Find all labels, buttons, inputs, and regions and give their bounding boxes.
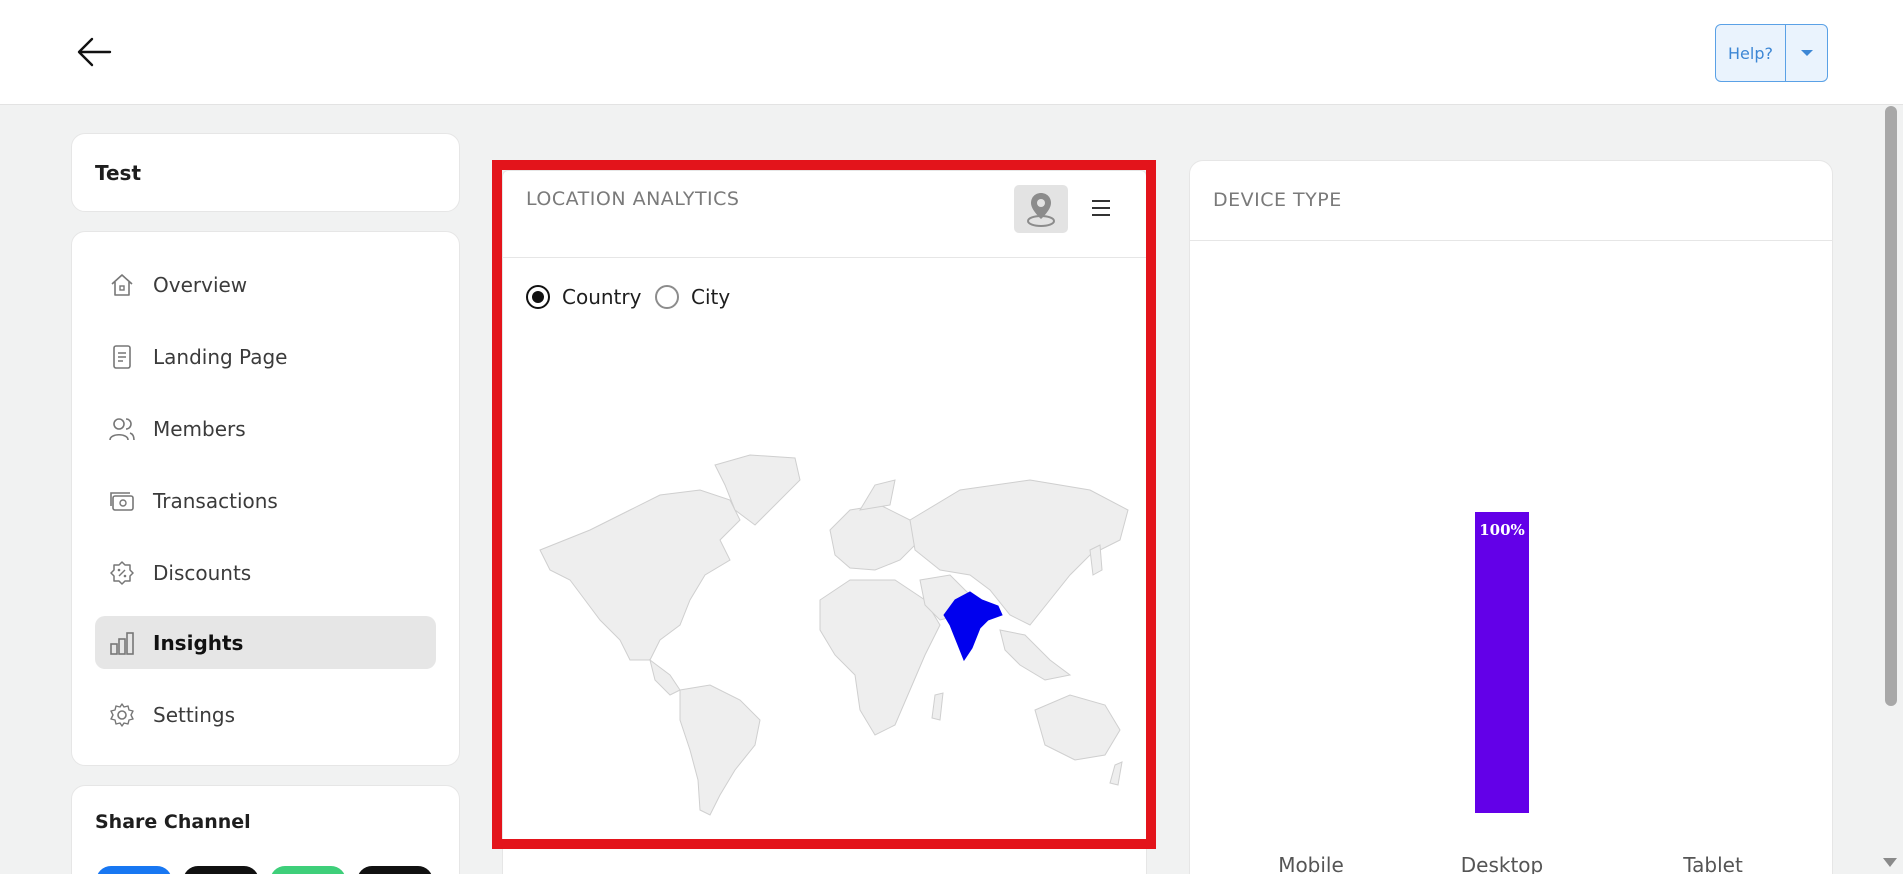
x-tick-label: Tablet bbox=[1683, 853, 1743, 874]
bar-desktop[interactable] bbox=[1475, 512, 1529, 813]
document-icon bbox=[109, 344, 135, 370]
australia bbox=[1034, 694, 1121, 761]
sidebar-item-discounts[interactable]: Discounts bbox=[95, 546, 436, 599]
radio-dot bbox=[655, 285, 679, 309]
sidebar-item-label: Transactions bbox=[153, 488, 278, 513]
sidebar-nav: Overview Landing Page Members Transactio… bbox=[71, 231, 460, 766]
europe bbox=[829, 504, 921, 571]
sidebar-item-label: Members bbox=[153, 416, 246, 441]
sidebar-item-settings[interactable]: Settings bbox=[95, 688, 436, 741]
world-map[interactable] bbox=[530, 450, 1130, 822]
discount-badge-icon bbox=[109, 560, 135, 586]
device-type-title: DEVICE TYPE bbox=[1213, 189, 1342, 211]
scroll-down-arrow-icon[interactable] bbox=[1883, 858, 1897, 867]
org-name: Test bbox=[71, 133, 460, 212]
new-zealand bbox=[1109, 761, 1123, 786]
share-button-x[interactable] bbox=[183, 866, 259, 874]
location-analytics-title: LOCATION ANALYTICS bbox=[526, 188, 740, 210]
share-button-whatsapp[interactable] bbox=[270, 866, 346, 874]
sidebar-item-members[interactable]: Members bbox=[95, 402, 436, 455]
share-button-other[interactable] bbox=[357, 866, 433, 874]
sidebar-item-label: Landing Page bbox=[153, 344, 288, 369]
sidebar-item-insights[interactable]: Insights bbox=[95, 616, 436, 669]
home-icon bbox=[109, 272, 135, 298]
divider bbox=[503, 257, 1146, 258]
share-channel-card: Share Channel bbox=[71, 785, 460, 874]
x-tick-label: Desktop bbox=[1460, 853, 1544, 874]
sidebar-item-overview[interactable]: Overview bbox=[95, 258, 436, 311]
back-arrow-icon[interactable] bbox=[74, 34, 114, 70]
sidebar-item-label: Overview bbox=[153, 272, 248, 297]
hamburger-menu-icon[interactable] bbox=[1090, 195, 1112, 221]
help-button-group: Help? bbox=[1715, 24, 1828, 82]
sidebar-item-landing-page[interactable]: Landing Page bbox=[95, 330, 436, 383]
sidebar-item-label: Insights bbox=[153, 630, 244, 655]
radio-dot bbox=[526, 285, 550, 309]
users-icon bbox=[109, 416, 135, 442]
madagascar bbox=[931, 692, 944, 721]
help-button[interactable]: Help? bbox=[1716, 25, 1786, 81]
central-america bbox=[649, 658, 681, 696]
top-bar: Help? bbox=[0, 0, 1903, 105]
cash-icon bbox=[109, 488, 135, 514]
radio-city[interactable]: City bbox=[655, 285, 730, 309]
divider bbox=[1190, 240, 1832, 241]
southeast-asia bbox=[999, 629, 1072, 681]
bar-chart-icon bbox=[109, 630, 135, 656]
gear-icon bbox=[109, 702, 135, 728]
sidebar-item-label: Discounts bbox=[153, 560, 252, 585]
sidebar-item-transactions[interactable]: Transactions bbox=[95, 474, 436, 527]
south-america bbox=[679, 684, 761, 816]
africa bbox=[819, 579, 941, 736]
share-button-facebook[interactable] bbox=[96, 866, 172, 874]
north-america bbox=[539, 489, 741, 661]
bar-data-label: 100% bbox=[1479, 521, 1525, 539]
radio-label: City bbox=[691, 285, 731, 309]
location-pin-icon[interactable] bbox=[1014, 185, 1068, 233]
japan bbox=[1089, 544, 1103, 576]
share-channel-title: Share Channel bbox=[95, 811, 251, 833]
x-tick-label: Mobile bbox=[1278, 853, 1344, 874]
help-dropdown-caret-icon[interactable] bbox=[1786, 25, 1827, 81]
sidebar-item-label: Settings bbox=[153, 702, 236, 727]
scrollbar-thumb[interactable] bbox=[1885, 106, 1897, 706]
scandinavia bbox=[859, 479, 896, 511]
radio-country[interactable]: Country bbox=[526, 285, 641, 309]
radio-label: Country bbox=[562, 285, 642, 309]
